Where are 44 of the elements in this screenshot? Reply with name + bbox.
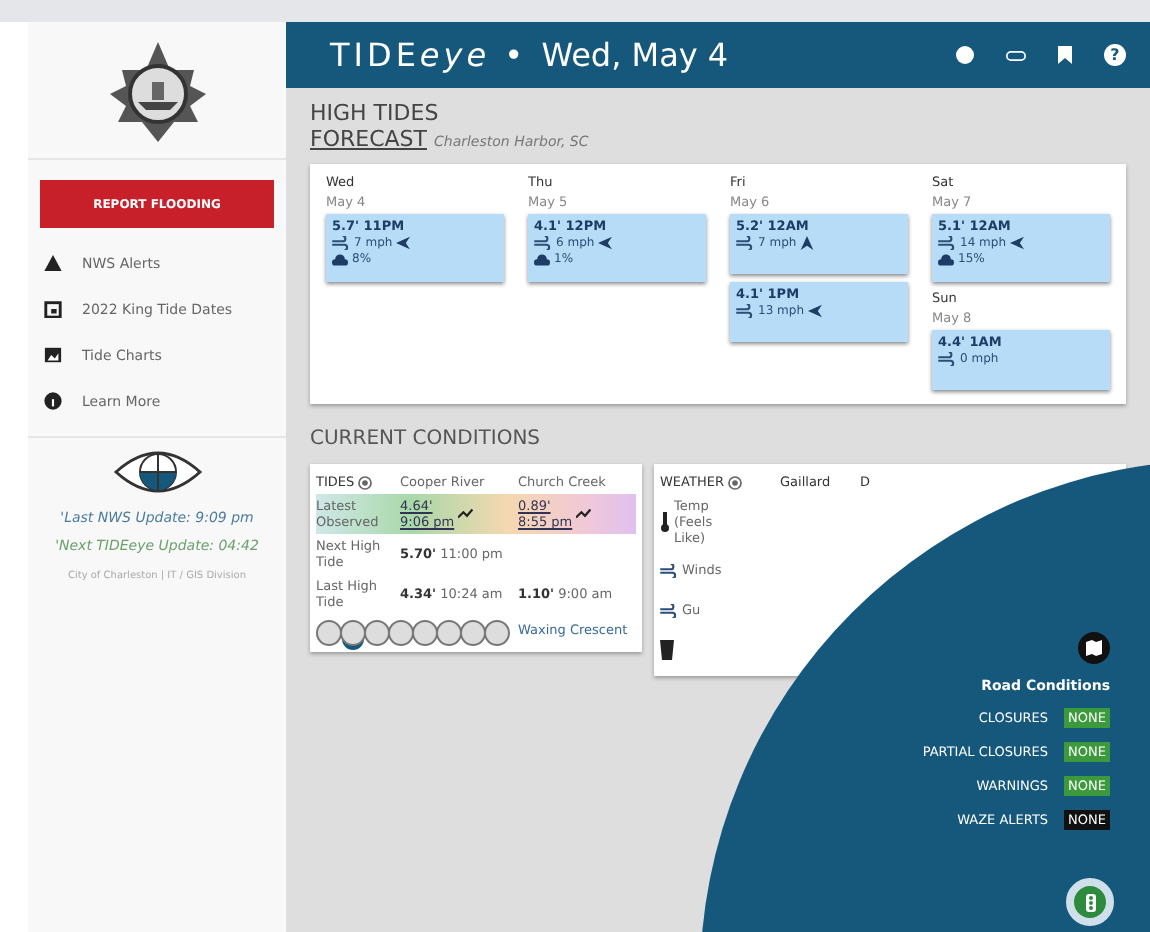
target-icon (358, 475, 373, 489)
moon-phase-button[interactable] (460, 620, 486, 646)
trend-icon (458, 508, 477, 520)
wind-icon (332, 236, 350, 250)
wind-icon (938, 236, 956, 250)
moon-phase-button[interactable] (484, 620, 510, 646)
moon-phase-button[interactable] (364, 620, 390, 646)
arrow-icon (800, 236, 815, 250)
trend-icon (576, 508, 595, 520)
app-title: TIDE eye • Wed, May 4 (330, 36, 731, 74)
rain-gauge-icon (660, 640, 674, 660)
wind-icon (660, 603, 678, 617)
map-icon[interactable] (1078, 632, 1110, 664)
bookmark-icon[interactable] (1058, 46, 1072, 64)
moon-phase-button[interactable] (388, 620, 414, 646)
moon-phase-button[interactable] (316, 620, 342, 646)
wind-icon (736, 304, 754, 318)
help-button[interactable]: ? (1104, 44, 1126, 66)
calendar-icon (44, 300, 62, 318)
cloud-icon (332, 253, 348, 265)
traffic-light-icon (1085, 893, 1095, 911)
moon-phase-button[interactable] (436, 620, 462, 646)
arrow-icon (396, 236, 411, 250)
wind-icon (938, 352, 956, 366)
moon-phase-button[interactable] (412, 620, 438, 646)
cloud-icon (938, 253, 954, 265)
thermometer-icon (660, 512, 670, 532)
image-icon (44, 346, 62, 364)
wind-icon (660, 563, 678, 577)
arrow-icon (808, 304, 822, 318)
eye-logo-icon (111, 446, 203, 498)
info-icon (44, 392, 62, 410)
arrow-icon (1010, 236, 1024, 250)
link-icon[interactable] (1006, 49, 1026, 61)
moon-phase-button[interactable] (340, 620, 366, 646)
warning-icon (44, 254, 62, 272)
conditions-title: CURRENT CONDITIONS (310, 428, 543, 450)
cloud-icon (534, 253, 550, 265)
wind-icon (736, 236, 754, 250)
arrow-icon (598, 236, 613, 250)
info-icon[interactable] (956, 46, 974, 64)
wind-icon (534, 236, 552, 250)
target-icon (727, 475, 742, 489)
forecast-title: HIGH TIDES (310, 100, 441, 126)
